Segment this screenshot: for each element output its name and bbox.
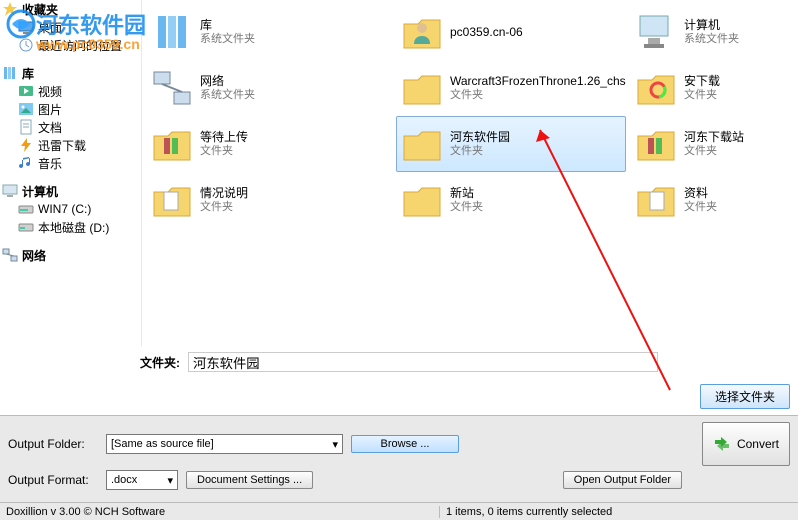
tree-computer[interactable]: 计算机 <box>0 182 141 200</box>
select-folder-button[interactable]: 选择文件夹 <box>700 384 790 409</box>
file-materials[interactable]: 资料文件夹 <box>630 172 770 228</box>
file-hedong-selected[interactable]: 河东软件园文件夹 <box>396 116 626 172</box>
file-situation[interactable]: 情况说明文件夹 <box>146 172 346 228</box>
tree-libraries[interactable]: 库 <box>0 64 141 82</box>
chevron-down-icon: ▾ <box>332 438 338 451</box>
status-version: Doxillion v 3.00 © NCH Software <box>0 506 440 518</box>
tree-network[interactable]: 网络 <box>0 246 141 264</box>
folder-label: 文件夹: <box>140 354 180 371</box>
tree-music[interactable]: 音乐 <box>0 154 141 172</box>
output-panel: Output Folder: [Same as source file]▾ Br… <box>0 415 798 502</box>
folder-name-input[interactable] <box>188 352 658 372</box>
explorer-main: 收藏夹 桌面 最近访问的位置 库 视频 图片 文档 迅雷下载 音乐 计算机 WI… <box>0 0 798 362</box>
convert-button[interactable]: Convert <box>702 422 790 466</box>
output-format-combo[interactable]: .docx▾ <box>106 470 178 490</box>
tree-favorites[interactable]: 收藏夹 <box>0 0 141 18</box>
file-pending-upload[interactable]: 等待上传文件夹 <box>146 116 346 172</box>
tree-pictures[interactable]: 图片 <box>0 100 141 118</box>
file-user-pc0359[interactable]: pc0359.cn-06 <box>396 4 626 60</box>
file-library[interactable]: 库系统文件夹 <box>146 4 346 60</box>
file-warcraft[interactable]: Warcraft3FrozenThrone1.26_chs文件夹 <box>396 60 626 116</box>
status-selection: 1 items, 0 items currently selected <box>440 506 612 518</box>
tree-desktop[interactable]: 桌面 <box>0 18 141 36</box>
tree-thunder[interactable]: 迅雷下载 <box>0 136 141 154</box>
chevron-down-icon: ▾ <box>167 474 173 487</box>
folder-name-row: 文件夹: <box>0 346 798 378</box>
output-folder-label: Output Folder: <box>8 437 98 451</box>
files-pane[interactable]: 库系统文件夹 网络系统文件夹 等待上传文件夹 情况说明文件夹 pc0359.cn… <box>142 0 798 362</box>
navigation-tree: 收藏夹 桌面 最近访问的位置 库 视频 图片 文档 迅雷下载 音乐 计算机 WI… <box>0 0 142 362</box>
document-settings-button[interactable]: Document Settings ... <box>186 471 313 489</box>
file-computer[interactable]: 计算机系统文件夹 <box>630 4 770 60</box>
tree-drive-c[interactable]: WIN7 (C:) <box>0 200 141 218</box>
file-newsite[interactable]: 新站文件夹 <box>396 172 626 228</box>
convert-icon <box>713 435 731 453</box>
browse-button[interactable]: Browse ... <box>351 435 459 453</box>
output-folder-combo[interactable]: [Same as source file]▾ <box>106 434 343 454</box>
output-format-label: Output Format: <box>8 473 98 487</box>
file-andownload[interactable]: 安下载文件夹 <box>630 60 770 116</box>
tree-recent[interactable]: 最近访问的位置 <box>0 36 141 54</box>
tree-drive-d[interactable]: 本地磁盘 (D:) <box>0 218 141 236</box>
status-bar: Doxillion v 3.00 © NCH Software 1 items,… <box>0 502 798 520</box>
open-output-folder-button[interactable]: Open Output Folder <box>563 471 682 489</box>
tree-videos[interactable]: 视频 <box>0 82 141 100</box>
file-hedong-download[interactable]: 河东下载站文件夹 <box>630 116 770 172</box>
tree-documents[interactable]: 文档 <box>0 118 141 136</box>
file-network[interactable]: 网络系统文件夹 <box>146 60 346 116</box>
